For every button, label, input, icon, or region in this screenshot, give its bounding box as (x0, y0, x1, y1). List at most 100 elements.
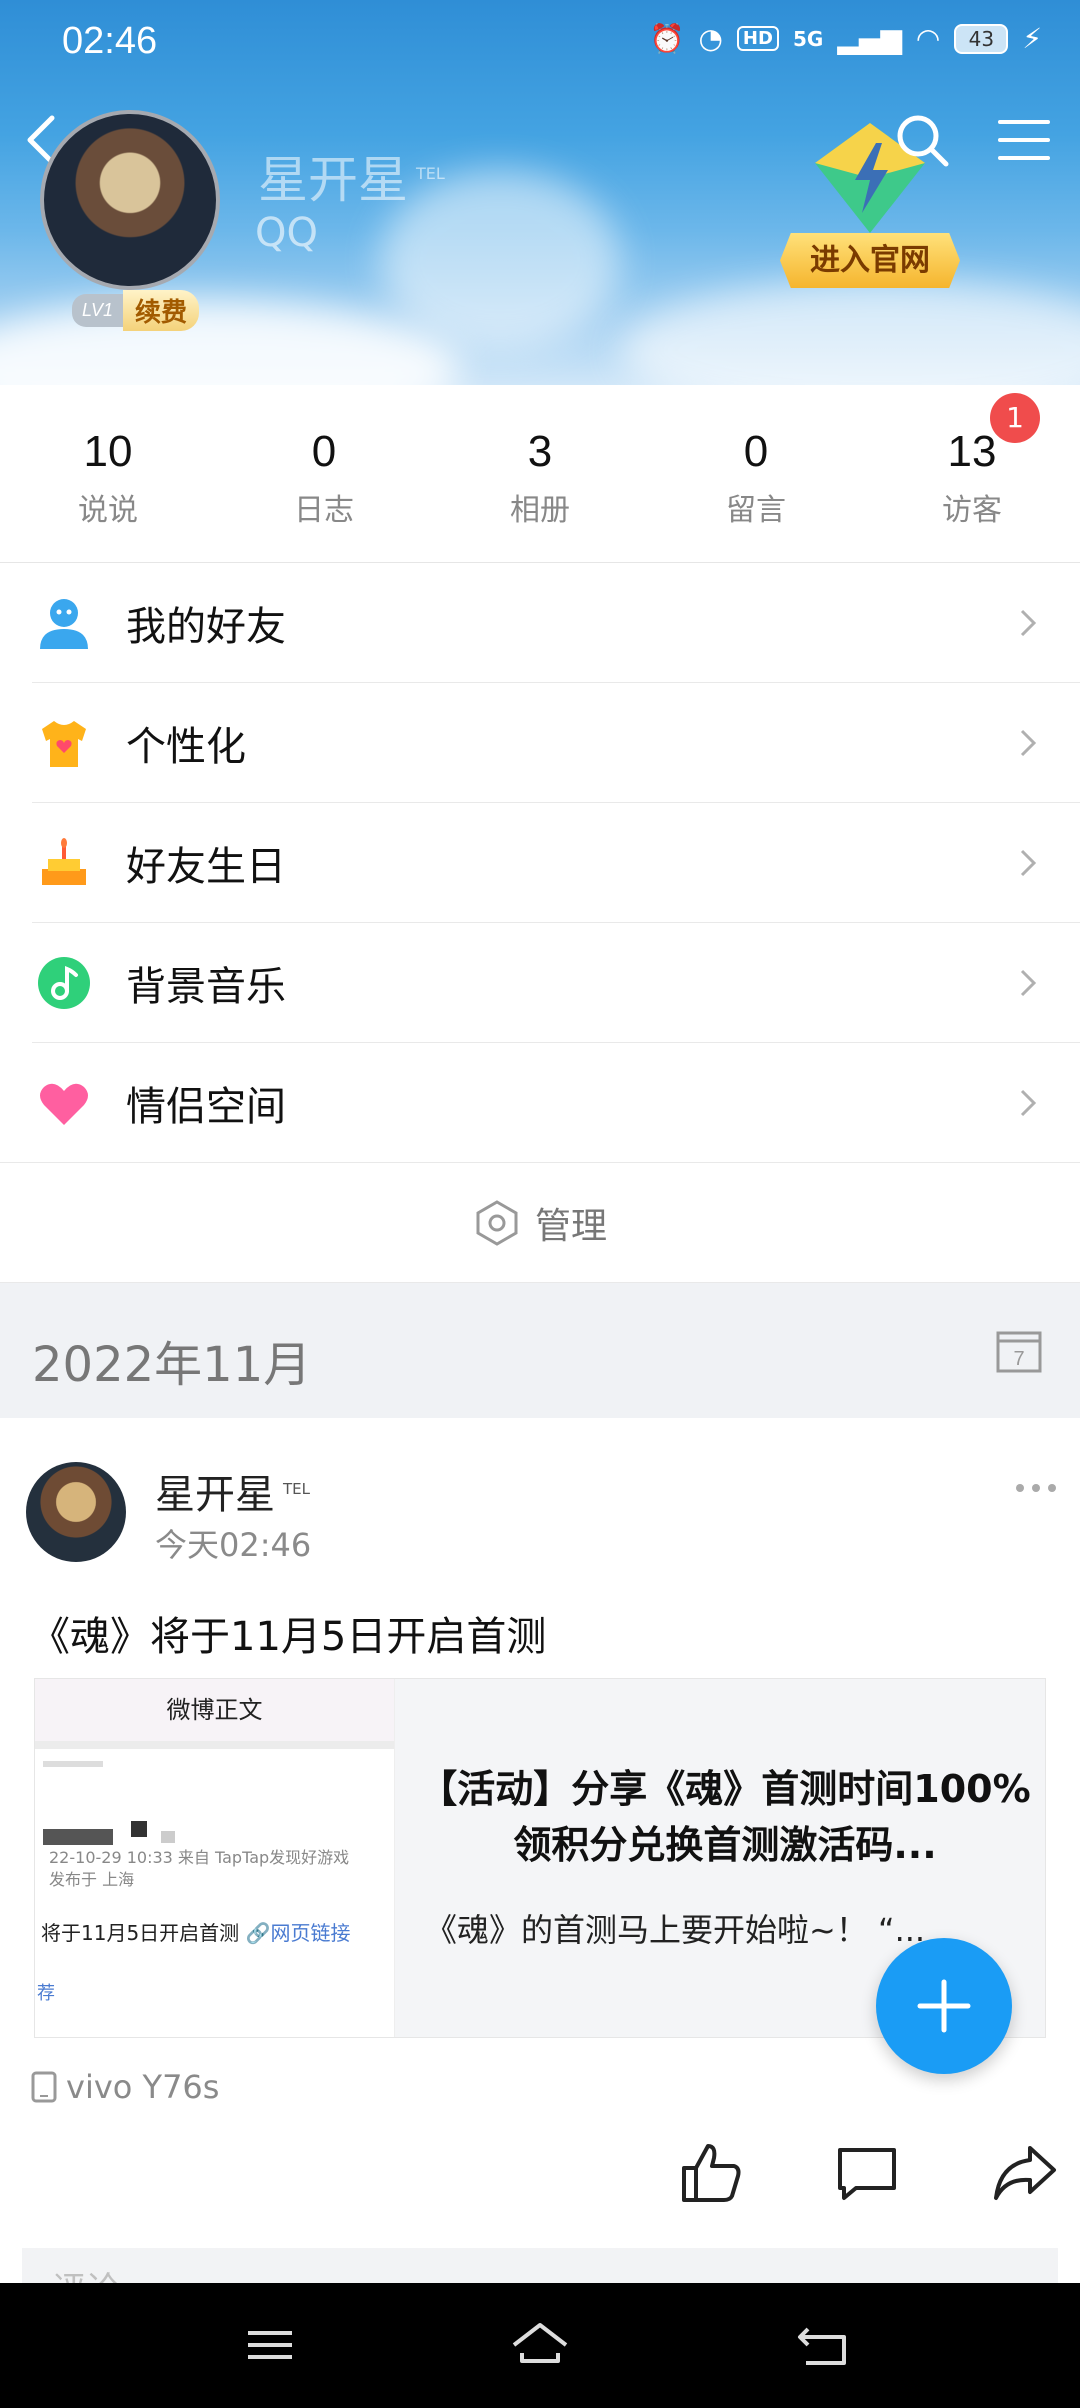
post-avatar[interactable] (26, 1462, 126, 1562)
menu-label: 个性化 (126, 724, 246, 770)
stat-label: 日志 (294, 493, 354, 528)
post-time: 今天02:46 (155, 1526, 312, 1564)
back-nav-icon[interactable] (792, 2313, 856, 2377)
stat-blogs[interactable]: 0 日志 (216, 385, 432, 562)
stat-albums[interactable]: 3 相册 (432, 385, 648, 562)
month-header: 2022年11月 7 (0, 1283, 1080, 1418)
stat-value: 10 (83, 427, 133, 476)
notification-badge: 1 (990, 393, 1040, 443)
charging-icon: ⚡ (1022, 22, 1042, 55)
battery-icon: 43 (954, 23, 1009, 54)
thumb-meta: 发布于 上海 (49, 1870, 135, 1889)
level-badge[interactable]: LV1 续费 (72, 289, 200, 331)
official-site-button[interactable]: 进入官网 (780, 233, 960, 288)
feature-menu: 我的好友 个性化 好友生日 背景音乐 情侣空间 (0, 563, 1080, 1163)
birthday-cake-icon (32, 831, 96, 895)
thumb-text-body: 将于11月5日开启首测 (41, 1921, 240, 1945)
post-author-name: 星开星 (155, 1472, 275, 1518)
music-note-icon (32, 951, 96, 1015)
share-icon[interactable] (990, 2138, 1060, 2208)
profile-qq-number: QQ (255, 210, 318, 256)
menu-item-birthday[interactable]: 好友生日 (0, 803, 1080, 923)
stat-messages[interactable]: 0 留言 (648, 385, 864, 562)
link-thumbnail: 微博正文 22-10-29 10:33 来自 TapTap发现好游戏 发布于 上… (35, 1679, 395, 2037)
post-author[interactable]: 星开星 TEL (155, 1462, 310, 1520)
menu-label: 背景音乐 (126, 964, 286, 1010)
home-icon[interactable] (508, 2313, 572, 2377)
stat-value: 0 (743, 427, 769, 476)
menu-label: 好友生日 (126, 844, 286, 890)
menu-item-music[interactable]: 背景音乐 (0, 923, 1080, 1043)
status-time: 02:46 (62, 20, 158, 62)
profile-header: 02:46 ⏰ ◔ HD 5G ▂▄▆ ◠ 43 ⚡ LV1 续费 星开星 TEL… (0, 0, 1080, 385)
blur-block (161, 1831, 175, 1843)
blur-block (43, 1829, 113, 1845)
svg-text:7: 7 (1013, 1348, 1024, 1370)
blur-block (131, 1821, 147, 1837)
friends-icon (32, 591, 96, 655)
recent-apps-icon[interactable] (238, 2313, 302, 2377)
more-options-icon[interactable] (1014, 1478, 1058, 1498)
stat-label: 相册 (510, 493, 570, 528)
stats-row: 10 说说 0 日志 3 相册 0 留言 13 访客 1 (0, 385, 1080, 563)
post-actions (0, 2138, 1080, 2238)
header-cloud (0, 300, 460, 385)
stat-label: 访客 (942, 493, 1002, 528)
month-label: 2022年11月 (32, 1337, 312, 1393)
stat-posts[interactable]: 10 说说 (0, 385, 216, 562)
heart-icon (32, 1071, 96, 1135)
stat-value: 0 (311, 427, 337, 476)
link-title: 【活动】分享《魂》首测时间100%领积分兑换首测激活码... (419, 1767, 1031, 1867)
comment-input[interactable]: 评论 (22, 2248, 1058, 2288)
chevron-right-icon (1020, 609, 1037, 637)
network-label: 5G (792, 26, 824, 51)
hamburger-menu-icon[interactable] (996, 112, 1052, 168)
thumb-text: 将于11月5日开启首测 🔗网页链接 (41, 1917, 350, 1946)
renew-button[interactable]: 续费 (123, 289, 200, 331)
hexagon-settings-icon (476, 1199, 518, 1246)
manage-label: 管理 (534, 1205, 607, 1247)
author-badge: TEL (283, 1479, 310, 1498)
device-info: vivo Y76s (30, 2068, 219, 2106)
signal-icon: ▂▄▆ (837, 22, 902, 55)
thumb-link: 🔗网页链接 (245, 1921, 351, 1945)
thumb-title: 微博正文 (35, 1679, 394, 1741)
chevron-right-icon (1020, 849, 1037, 877)
level-label: LV1 (72, 293, 124, 327)
hd-icon: HD (736, 26, 779, 51)
thumb-recommend: 荐 (37, 1983, 55, 2004)
search-icon[interactable] (892, 110, 952, 170)
system-nav-bar (0, 2283, 1080, 2408)
menu-label: 我的好友 (126, 604, 286, 650)
status-icons: ⏰ ◔ HD 5G ▂▄▆ ◠ 43 ⚡ (650, 22, 1042, 55)
stat-label: 说说 (78, 493, 138, 528)
like-thumb-icon[interactable] (676, 2138, 746, 2208)
profile-name: 星开星 TEL (258, 140, 445, 212)
menu-item-personalize[interactable]: 个性化 (0, 683, 1080, 803)
stat-visitors[interactable]: 13 访客 1 (864, 385, 1080, 562)
menu-label: 情侣空间 (126, 1084, 286, 1130)
chevron-right-icon (1020, 1089, 1037, 1117)
manage-button[interactable]: 管理 (0, 1163, 1080, 1283)
profile-name-text: 星开星 (258, 151, 408, 209)
chevron-right-icon (1020, 729, 1037, 757)
menu-item-couple-space[interactable]: 情侣空间 (0, 1043, 1080, 1163)
wifi-icon: ◠ (915, 22, 941, 55)
alarm-icon: ⏰ (649, 22, 685, 55)
device-label: vivo Y76s (66, 2068, 220, 2106)
name-badge: TEL (416, 164, 445, 184)
stat-value: 13 (947, 427, 997, 476)
stat-value: 3 (527, 427, 553, 476)
status-bar: 02:46 ⏰ ◔ HD 5G ▂▄▆ ◠ 43 ⚡ (0, 0, 1080, 86)
calendar-icon[interactable]: 7 (994, 1325, 1044, 1375)
plus-icon (917, 1979, 971, 2033)
comment-icon[interactable] (832, 2138, 902, 2208)
header-cloud (620, 280, 1080, 385)
thumb-divider (35, 1741, 394, 1749)
add-post-button[interactable] (876, 1938, 1012, 2074)
phone-icon (31, 2071, 57, 2103)
speedometer-icon: ◔ (698, 22, 723, 55)
menu-item-friends[interactable]: 我的好友 (0, 563, 1080, 683)
personalize-icon (32, 711, 96, 775)
avatar[interactable] (40, 110, 220, 290)
